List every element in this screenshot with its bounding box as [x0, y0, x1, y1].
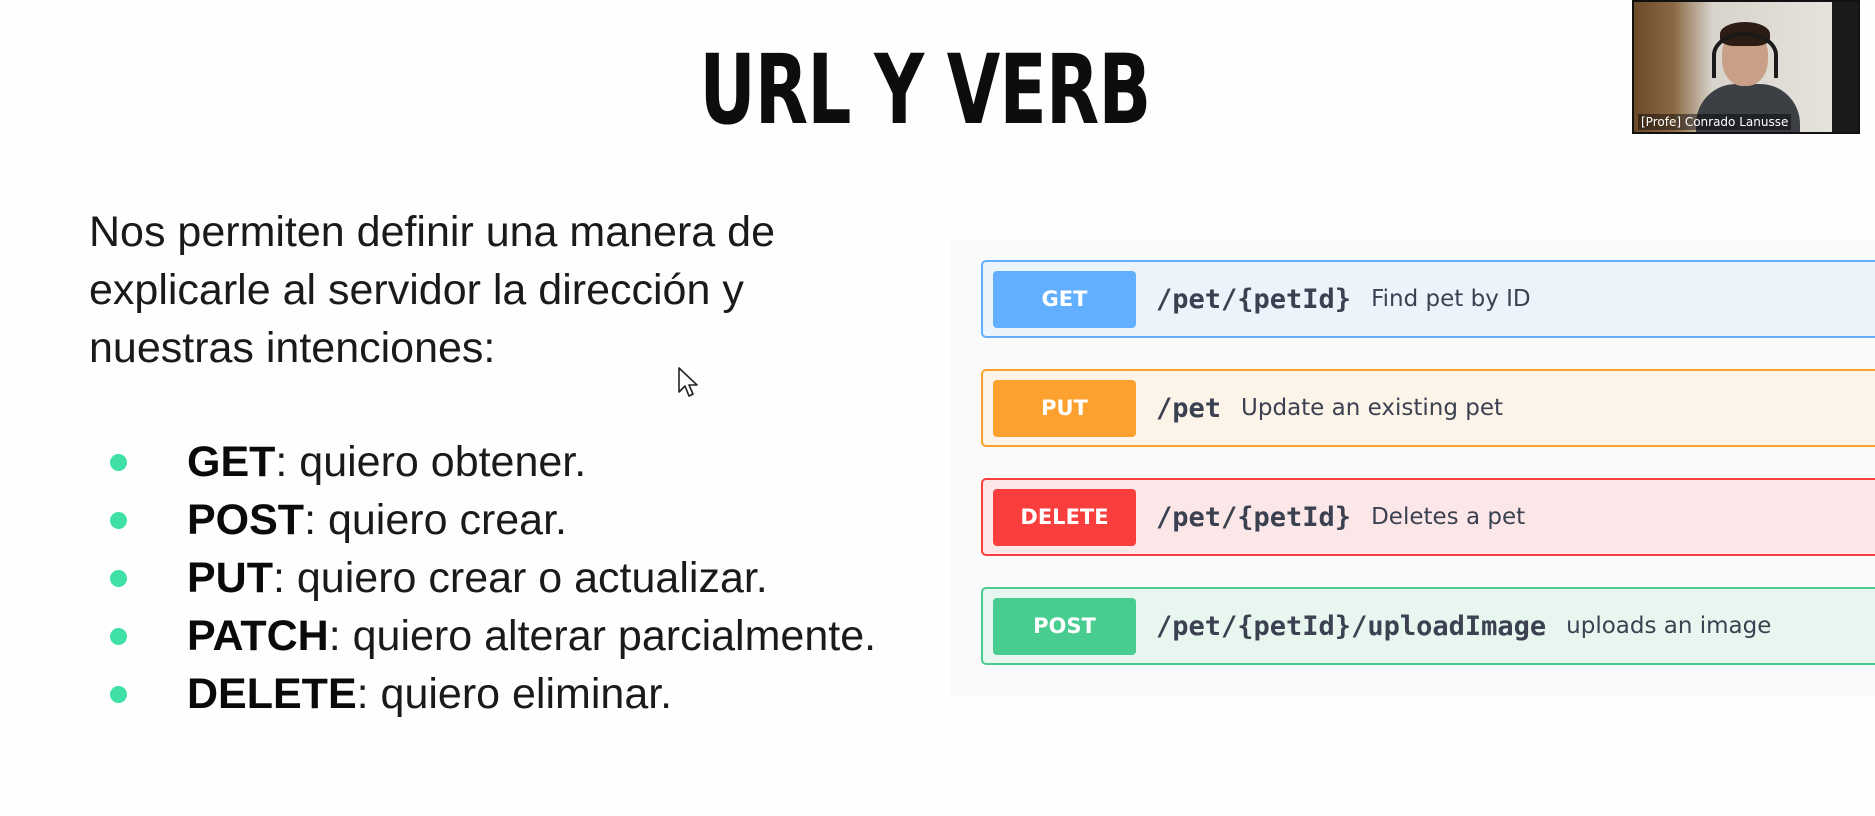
verb-name: GET	[187, 437, 276, 486]
verb-name: DELETE	[187, 669, 357, 718]
verb-name: POST	[187, 495, 305, 544]
slide: URL Y VERB Nos permiten definir una mane…	[0, 0, 1875, 816]
mouse-pointer-icon	[678, 367, 698, 397]
verb-description: : quiero crear o actualizar.	[273, 553, 768, 602]
method-badge: POST	[993, 597, 1136, 655]
operation-description: Deletes a pet	[1371, 504, 1526, 530]
method-badge: PUT	[993, 379, 1136, 437]
video-shadow	[1832, 2, 1858, 132]
headset-icon	[1712, 32, 1778, 78]
method-badge: DELETE	[993, 488, 1136, 546]
operation-put-pet[interactable]: PUT /pet Update an existing pet	[981, 369, 1875, 447]
operation-description: uploads an image	[1566, 613, 1772, 639]
participant-name-label: [Profe] Conrado Lanusse	[1638, 114, 1792, 130]
bullet-dot-icon	[110, 511, 127, 529]
verb-description: : quiero alterar parcialmente.	[328, 611, 877, 660]
participant-video-tile[interactable]: [Profe] Conrado Lanusse	[1632, 0, 1860, 134]
operation-delete-pet[interactable]: DELETE /pet/{petId} Deletes a pet	[981, 478, 1875, 556]
list-item: DELETE : quiero eliminar.	[110, 665, 876, 723]
bullet-dot-icon	[110, 569, 127, 587]
operation-post-upload-image[interactable]: POST /pet/{petId}/uploadImage uploads an…	[981, 587, 1875, 665]
bullet-dot-icon	[110, 685, 127, 703]
verb-name: PUT	[187, 553, 273, 602]
intro-paragraph: Nos permiten definir una manera de expli…	[89, 208, 775, 372]
slide-title: URL Y VERB	[699, 34, 1152, 146]
verb-description: : quiero obtener.	[275, 437, 587, 486]
verb-description: : quiero crear.	[304, 495, 567, 544]
verb-description: : quiero eliminar.	[356, 669, 673, 718]
operation-path: /pet/{petId}	[1156, 283, 1352, 315]
operation-get-pet[interactable]: GET /pet/{petId} Find pet by ID	[981, 260, 1875, 338]
operation-path: /pet/{petId}/uploadImage	[1156, 610, 1547, 642]
operation-description: Update an existing pet	[1241, 395, 1504, 421]
list-item: PATCH : quiero alterar parcialmente.	[110, 607, 876, 665]
method-badge: GET	[993, 270, 1136, 328]
list-item: PUT : quiero crear o actualizar.	[110, 549, 876, 607]
list-item: GET : quiero obtener.	[110, 433, 876, 491]
verb-list: GET : quiero obtener. POST : quiero crea…	[110, 433, 876, 723]
list-item: POST : quiero crear.	[110, 491, 876, 549]
bullet-dot-icon	[110, 627, 127, 645]
operation-path: /pet/{petId}	[1156, 501, 1352, 533]
operation-path: /pet	[1156, 392, 1222, 424]
operation-description: Find pet by ID	[1371, 286, 1531, 312]
verb-name: PATCH	[187, 611, 329, 660]
bullet-dot-icon	[110, 453, 127, 471]
